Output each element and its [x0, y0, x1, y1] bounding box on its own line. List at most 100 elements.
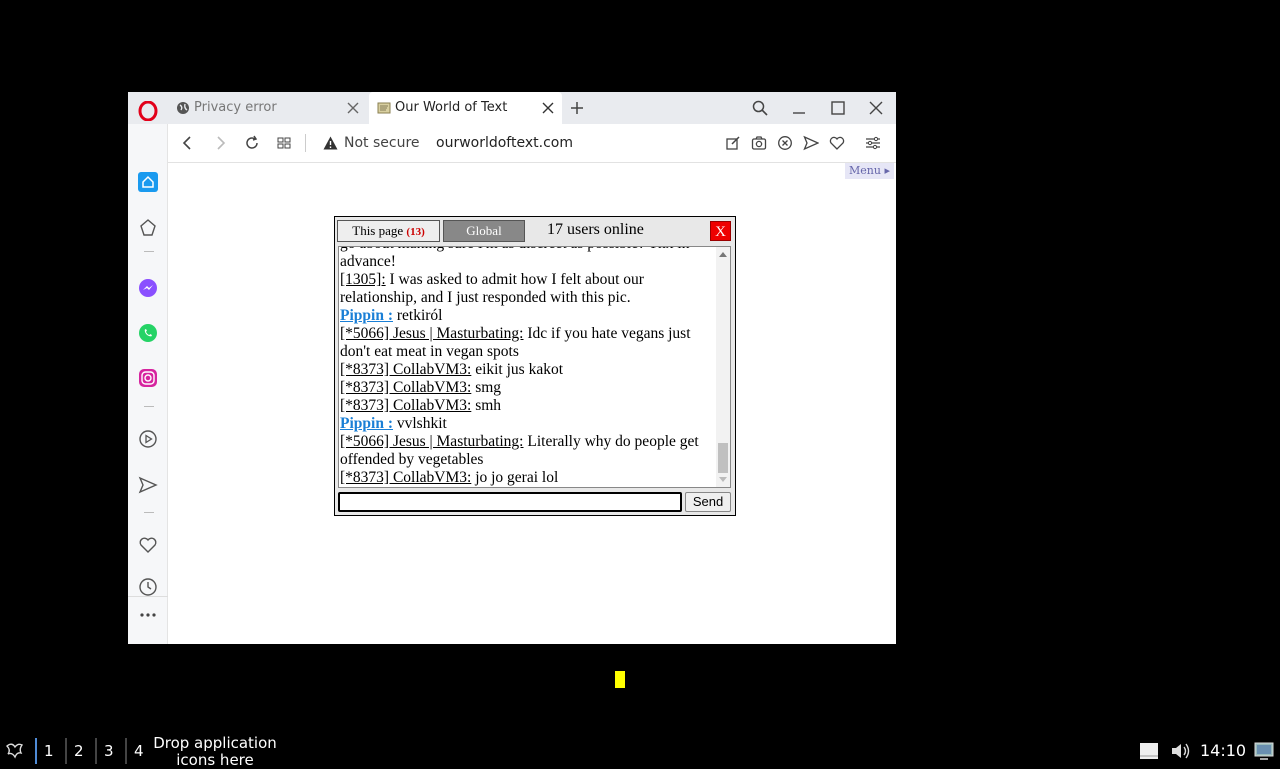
- tab-label: This page: [352, 223, 404, 238]
- chat-message-text: I was asked to admit how I felt about ou…: [340, 271, 644, 306]
- easy-setup-icon[interactable]: [865, 135, 881, 151]
- address-field[interactable]: ourworldoftext.com: [436, 133, 573, 153]
- tab-label: Global: [466, 223, 502, 238]
- player-icon[interactable]: [138, 429, 158, 449]
- network-icon[interactable]: [1254, 742, 1274, 760]
- home-icon[interactable]: [138, 172, 158, 192]
- chat-tab-global[interactable]: Global: [443, 220, 525, 242]
- chat-scrollbar[interactable]: [716, 247, 730, 487]
- chat-nickname[interactable]: [*8373] CollabVM3:: [340, 469, 471, 486]
- chat-message: Pippin : retkiról: [340, 307, 716, 325]
- close-tab-icon[interactable]: [542, 102, 554, 114]
- bookmarks-icon[interactable]: [138, 218, 158, 238]
- instagram-icon[interactable]: [138, 368, 158, 388]
- browser-window: Privacy error Our World of Text Not secu…: [128, 92, 896, 688]
- camera-icon[interactable]: [751, 135, 767, 151]
- maximize-icon[interactable]: [830, 100, 846, 116]
- chat-nickname[interactable]: [*5066] Jesus | Masturbating:: [340, 433, 524, 450]
- toolbar-divider: [305, 134, 306, 152]
- chat-nickname[interactable]: Pippin :: [340, 307, 393, 324]
- edit-icon[interactable]: [725, 135, 741, 151]
- globe-icon: [177, 102, 189, 114]
- forward-icon[interactable]: [212, 135, 228, 151]
- security-status[interactable]: Not secure: [344, 133, 420, 153]
- messenger-icon[interactable]: [138, 278, 158, 298]
- launcher-drop-zone[interactable]: Drop application icons here: [152, 735, 278, 769]
- chat-send-button[interactable]: Send: [685, 492, 731, 512]
- sidebar-bottom-divider: [128, 596, 168, 597]
- warning-icon[interactable]: [323, 136, 338, 150]
- close-window-icon[interactable]: [868, 100, 884, 116]
- close-tab-icon[interactable]: [347, 102, 359, 114]
- new-tab-icon[interactable]: [569, 100, 585, 116]
- workspace-1[interactable]: 1: [44, 742, 54, 760]
- chat-message: [1305]: I was asked to admit how I felt …: [340, 271, 716, 307]
- workspace-2[interactable]: 2: [74, 742, 84, 760]
- chat-nickname[interactable]: [*8373] CollabVM3:: [340, 397, 471, 414]
- back-icon[interactable]: [180, 135, 196, 151]
- tab-title: Privacy error: [194, 100, 277, 115]
- chat-messages: go about making sure I'm as discreet as …: [340, 247, 716, 487]
- scroll-up-arrow[interactable]: [719, 252, 727, 257]
- volume-icon[interactable]: [1170, 741, 1192, 761]
- workspace-indicator: [35, 738, 37, 764]
- workspace-3[interactable]: 3: [104, 742, 114, 760]
- workspace-divider: [95, 738, 97, 764]
- chat-message-text: jo jo gerai lol: [471, 469, 559, 486]
- chat-message: [*8373] CollabVM3: smh: [340, 397, 716, 415]
- send-flow-icon[interactable]: [138, 475, 158, 495]
- pinboard-heart-icon[interactable]: [138, 535, 158, 555]
- web-page[interactable]: Menu ▸ This page (13) Global 17 users on…: [168, 163, 896, 688]
- tab-grid-icon[interactable]: [276, 135, 292, 151]
- minimize-icon[interactable]: [791, 100, 807, 116]
- notes-icon[interactable]: [1139, 741, 1159, 761]
- scroll-down-arrow[interactable]: [719, 477, 727, 482]
- chat-nickname[interactable]: [*8373] CollabVM3:: [340, 379, 471, 396]
- text-cursor: [615, 671, 625, 688]
- app-menu-icon[interactable]: [4, 740, 26, 762]
- chat-message: [*5066] Jesus | Masturbating: Idc if you…: [340, 325, 716, 361]
- chat-nickname[interactable]: Pippin :: [340, 415, 393, 432]
- taskbar: 1 2 3 4 Drop application icons here 14:1…: [0, 734, 1280, 769]
- chat-nickname[interactable]: [*8373] CollabVM3:: [340, 361, 471, 378]
- send-icon[interactable]: [803, 135, 819, 151]
- history-clock-icon[interactable]: [138, 577, 158, 597]
- tab-privacy-error[interactable]: Privacy error: [168, 92, 367, 124]
- chat-message-text: smg: [471, 379, 502, 396]
- chat-message: go about making sure I'm as discreet as …: [340, 247, 716, 271]
- sidebar-separator: [144, 512, 154, 513]
- reload-icon[interactable]: [244, 135, 260, 151]
- workspace-divider: [65, 738, 67, 764]
- workspace-divider: [125, 738, 127, 764]
- more-icon[interactable]: [138, 605, 158, 625]
- chat-message: [*8373] CollabVM3: smg: [340, 379, 716, 397]
- chat-message: [*8373] CollabVM3: eikit jus kakot: [340, 361, 716, 379]
- search-tabs-icon[interactable]: [752, 100, 768, 116]
- chat-message-text: eikit jus kakot: [471, 361, 564, 378]
- tab-our-world-of-text[interactable]: Our World of Text: [369, 92, 562, 124]
- sidebar-separator: [144, 251, 154, 252]
- adblock-icon[interactable]: [777, 135, 793, 151]
- chat-window: This page (13) Global 17 users online X …: [334, 216, 736, 516]
- online-users-count: 17 users online: [547, 221, 644, 238]
- chat-message-text: go about making sure I'm as discreet as …: [340, 247, 689, 270]
- sidebar: [128, 124, 168, 644]
- unread-count: (13): [406, 226, 425, 238]
- chat-nickname[interactable]: [*5066] Jesus | Masturbating:: [340, 325, 524, 342]
- chat-close-button[interactable]: X: [710, 221, 731, 241]
- chat-nickname[interactable]: [1305]:: [340, 271, 386, 288]
- opera-logo-icon[interactable]: [138, 101, 158, 121]
- heart-icon[interactable]: [829, 135, 845, 151]
- chat-message: [*5066] Jesus | Masturbating: Literally …: [340, 433, 716, 469]
- workspace-4[interactable]: 4: [134, 742, 144, 760]
- owot-menu-button[interactable]: Menu ▸: [845, 163, 894, 179]
- menu-label: Menu: [849, 164, 881, 177]
- tab-bar: Privacy error Our World of Text: [128, 92, 896, 124]
- chat-log[interactable]: go about making sure I'm as discreet as …: [338, 246, 731, 488]
- chat-message-text: vvlshkit: [392, 415, 447, 432]
- chat-tab-this-page[interactable]: This page (13): [337, 220, 440, 242]
- whatsapp-icon[interactable]: [138, 323, 158, 343]
- chat-input[interactable]: [338, 492, 682, 512]
- scroll-thumb[interactable]: [718, 443, 728, 473]
- clock[interactable]: 14:10: [1200, 742, 1246, 760]
